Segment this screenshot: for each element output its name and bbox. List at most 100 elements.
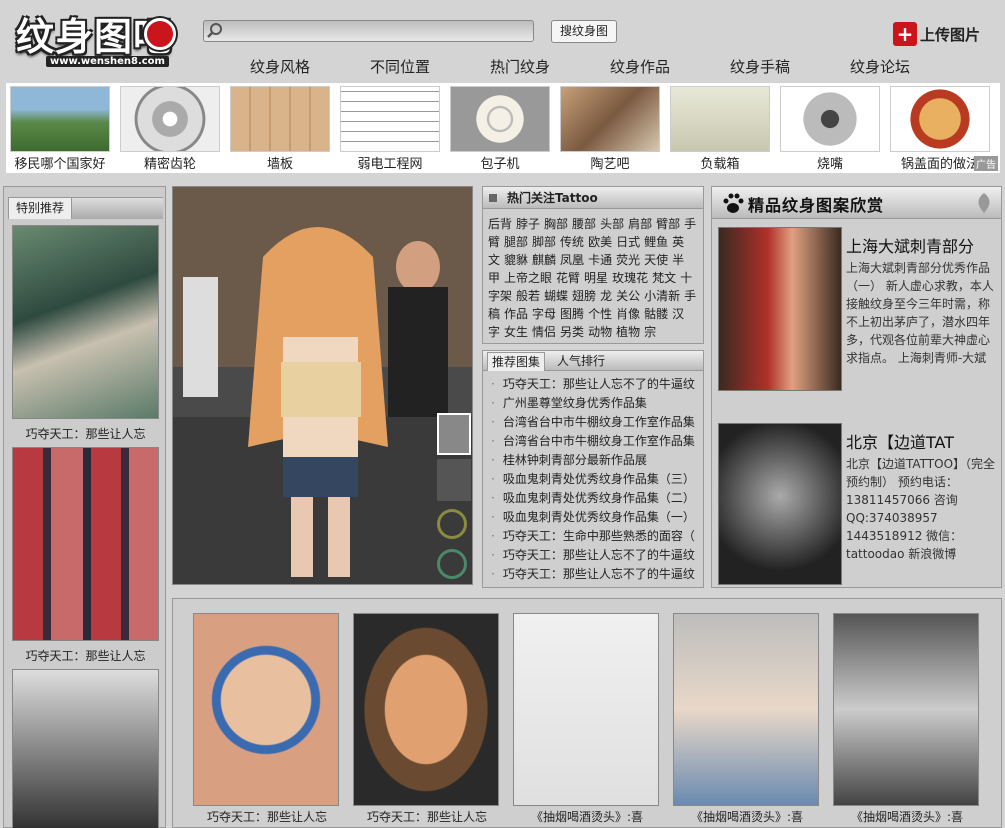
hot-tag[interactable]: 凤凰 (560, 253, 584, 267)
featured-shop-desc: 北京【边道TATTOO】（完全预约制） 预约电话：13811457066 咨询Q… (846, 457, 996, 561)
hot-tag[interactable]: 卡通 (588, 253, 612, 267)
nav-item-hot[interactable]: 热门纹身 (460, 56, 580, 77)
hot-tag[interactable]: 脖子 (516, 217, 540, 231)
search-icon (207, 23, 222, 38)
hot-tag[interactable]: 臂部 (656, 217, 680, 231)
hot-tag[interactable]: 玫瑰花 (612, 271, 648, 285)
hot-tag[interactable]: 貔貅 (504, 253, 528, 267)
hot-tag[interactable]: 图腾 (560, 307, 584, 321)
nav-item-works[interactable]: 纹身作品 (580, 56, 700, 77)
featured-shop-name[interactable]: 北京【边道TAT (846, 429, 954, 453)
search-input[interactable] (203, 20, 534, 42)
site-logo[interactable]: 纹身图吧 www.wenshen8.com (12, 6, 190, 74)
hot-tag[interactable]: 翅膀 (572, 289, 596, 303)
hero-thumb[interactable] (437, 459, 471, 501)
hot-tag[interactable]: 鲤鱼 (644, 235, 668, 249)
hot-tag[interactable]: 个性 (588, 307, 612, 321)
hero-thumb[interactable] (437, 413, 471, 455)
featured-shop-image[interactable] (718, 423, 842, 585)
ad-item[interactable]: 墙板 (230, 86, 330, 172)
list-item[interactable]: 巧夺天工：生命中那些熟悉的面容（ (491, 527, 699, 546)
hot-tag[interactable]: 胸部 (544, 217, 568, 231)
hot-tag[interactable]: 腿部 (504, 235, 528, 249)
side-caption[interactable]: 巧夺天工：那些让人忘 (8, 425, 163, 442)
hot-tag[interactable]: 欧美 (588, 235, 612, 249)
ad-item[interactable]: 精密齿轮 (120, 86, 220, 172)
tab-recommended[interactable]: 推荐图集 (487, 352, 545, 371)
ad-item[interactable]: 烧嘴 (780, 86, 880, 172)
list-item[interactable]: 台湾省台中市牛棚纹身工作室作品集 (491, 432, 699, 451)
ad-item[interactable]: 包子机 (450, 86, 550, 172)
list-item[interactable]: 桂林钟刺青部分最新作品展 (491, 451, 699, 470)
gallery-card[interactable]: 巧夺天工：那些让人忘 (353, 613, 501, 825)
hot-tag[interactable]: 花臂 (556, 271, 580, 285)
ad-label: 墙板 (266, 157, 293, 172)
side-thumb[interactable] (12, 225, 159, 419)
hot-tag[interactable]: 头部 (600, 217, 624, 231)
hot-tag[interactable]: 肖像 (616, 307, 640, 321)
hot-tag[interactable]: 梵文 (652, 271, 676, 285)
hot-tag[interactable]: 后背 (488, 217, 512, 231)
gallery-thumb (513, 613, 659, 806)
ad-item[interactable]: 负载箱 (670, 86, 770, 172)
logo-badge-icon (144, 18, 176, 50)
hot-tag[interactable]: 龙 (600, 289, 612, 303)
hot-tag[interactable]: 小清新 (644, 289, 680, 303)
tab-popular[interactable]: 人气排行 (549, 352, 613, 371)
nav-item-sketch[interactable]: 纹身手稿 (700, 56, 820, 77)
hot-tag[interactable]: 肩部 (628, 217, 652, 231)
gallery-card[interactable]: 巧夺天工：那些让人忘 (193, 613, 341, 825)
ad-item[interactable]: 弱电工程网 (340, 86, 440, 172)
gallery-card[interactable]: 《抽烟喝酒烫头》:喜 (833, 613, 981, 825)
ad-item[interactable]: 陶艺吧 (560, 86, 660, 172)
hot-tag[interactable]: 情侣 (532, 325, 556, 339)
list-item[interactable]: 吸血鬼刺青处优秀纹身作品集（一） (491, 508, 699, 527)
nav-item-position[interactable]: 不同位置 (340, 56, 460, 77)
hot-tag[interactable]: 传统 (560, 235, 584, 249)
hot-tag[interactable]: 荧光 (616, 253, 640, 267)
hot-tag[interactable]: 蝴蝶 (544, 289, 568, 303)
search-button[interactable]: 搜纹身图 (551, 20, 617, 43)
hot-tag[interactable]: 字母 (532, 307, 556, 321)
list-item[interactable]: 吸血鬼刺青处优秀纹身作品集（二） (491, 489, 699, 508)
ad-thumb (340, 86, 440, 152)
list-item[interactable]: 巧夺天工：那些让人忘不了的牛逼纹 (491, 375, 699, 394)
hot-tag[interactable]: 动物 (588, 325, 612, 339)
hero-slideshow[interactable] (172, 186, 473, 585)
hero-thumb[interactable] (437, 509, 467, 539)
side-caption[interactable]: 巧夺天工：那些让人忘 (8, 647, 163, 664)
hot-tag[interactable]: 日式 (616, 235, 640, 249)
hot-tag[interactable]: 天使 (644, 253, 668, 267)
gallery-card[interactable]: 《抽烟喝酒烫头》:喜 (673, 613, 821, 825)
hot-tag[interactable]: 骷髅 (644, 307, 668, 321)
hot-tag[interactable]: 上帝之眼 (504, 271, 552, 285)
hot-tag[interactable]: 作品 (504, 307, 528, 321)
side-thumb[interactable] (12, 447, 159, 641)
list-item[interactable]: 台湾省台中市牛棚纹身工作室作品集 (491, 413, 699, 432)
list-item[interactable]: 广州墨尊堂纹身优秀作品集 (491, 394, 699, 413)
list-item[interactable]: 巧夺天工：那些让人忘不了的牛逼纹 (491, 546, 699, 565)
side-thumb[interactable] (12, 669, 159, 828)
gallery-card[interactable]: 《抽烟喝酒烫头》:喜 (513, 613, 661, 825)
list-item[interactable]: 巧夺天工：那些让人忘不了的牛逼纹 (491, 565, 699, 584)
hot-tag[interactable]: 般若 (516, 289, 540, 303)
upload-image-button[interactable]: + 上传图片 (893, 22, 980, 46)
hot-tag[interactable]: 另类 (560, 325, 584, 339)
hot-tag[interactable]: 腰部 (572, 217, 596, 231)
hot-tag[interactable]: 脚部 (532, 235, 556, 249)
nav-item-forum[interactable]: 纹身论坛 (820, 56, 940, 77)
gallery-caption: 《抽烟喝酒烫头》:喜 (850, 810, 964, 824)
featured-shop-name[interactable]: 上海大斌刺青部分 (846, 233, 974, 257)
hot-tag[interactable]: 关公 (616, 289, 640, 303)
nav-item-style[interactable]: 纹身风格 (220, 56, 340, 77)
hot-tag[interactable]: 宗 (644, 325, 656, 339)
list-item[interactable]: 吸血鬼刺青处优秀纹身作品集（三） (491, 470, 699, 489)
ad-item[interactable]: 移民哪个国家好 (10, 86, 110, 172)
hero-thumb[interactable] (437, 549, 467, 579)
hot-tag[interactable]: 明星 (584, 271, 608, 285)
hot-tag[interactable]: 植物 (616, 325, 640, 339)
hot-tag[interactable]: 麒麟 (532, 253, 556, 267)
tab-special-recommend[interactable]: 特别推荐 (8, 197, 72, 219)
hot-tag[interactable]: 女生 (504, 325, 528, 339)
featured-shop-image[interactable] (718, 227, 842, 391)
